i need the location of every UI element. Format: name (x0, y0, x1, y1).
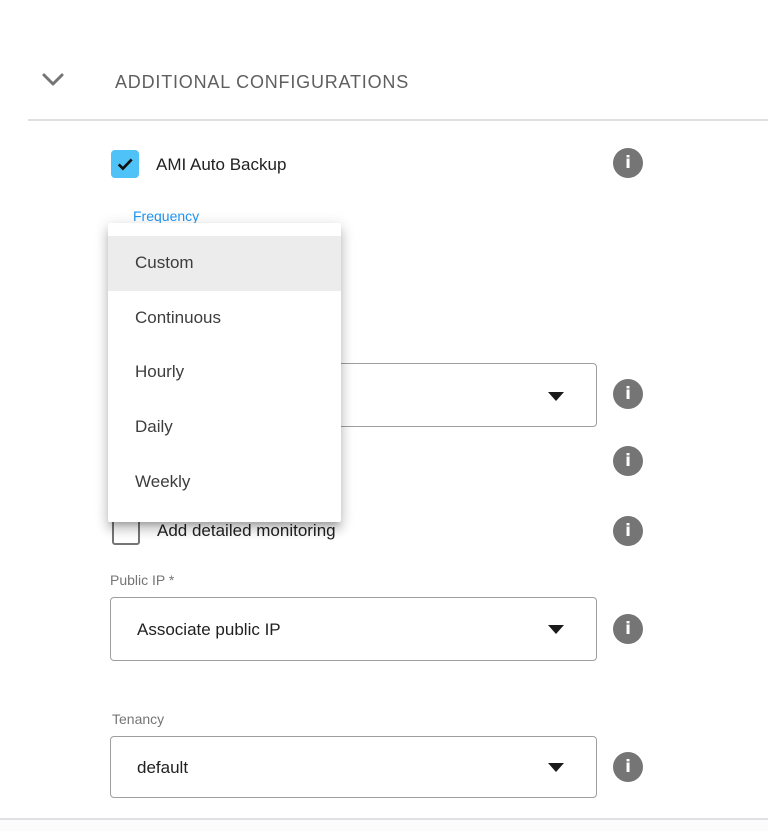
ami-auto-backup-checkbox[interactable] (111, 150, 139, 178)
public-ip-info-icon[interactable]: i (613, 614, 643, 644)
checkmark-icon (115, 154, 135, 174)
frequency-dropdown-menu: Custom Continuous Hourly Daily Weekly (108, 223, 341, 522)
section-title: ADDITIONAL CONFIGURATIONS (115, 71, 409, 93)
dropdown-arrow-icon (548, 763, 564, 772)
menu-item-daily[interactable]: Daily (108, 400, 341, 455)
tenancy-select[interactable]: default (110, 736, 597, 798)
obscured-select-info-icon[interactable]: i (613, 379, 643, 409)
info-glyph: i (625, 153, 631, 173)
hidden-row-info-icon[interactable]: i (613, 446, 643, 476)
ami-auto-backup-info-icon[interactable]: i (613, 148, 643, 178)
public-ip-field-label: Public IP * (110, 572, 174, 589)
info-glyph: i (625, 384, 631, 404)
info-glyph: i (625, 451, 631, 471)
public-ip-selected-value: Associate public IP (137, 618, 281, 642)
dropdown-arrow-icon (548, 392, 564, 401)
chevron-down-icon (41, 72, 65, 90)
tenancy-selected-value: default (137, 756, 188, 780)
detailed-monitoring-info-icon[interactable]: i (613, 516, 643, 546)
menu-item-continuous[interactable]: Continuous (108, 291, 341, 346)
tenancy-field-label: Tenancy (112, 711, 164, 728)
info-glyph: i (625, 757, 631, 777)
dropdown-arrow-icon (548, 625, 564, 634)
section-collapse-chevron-icon[interactable] (41, 72, 65, 90)
ami-auto-backup-label[interactable]: AMI Auto Backup (156, 155, 286, 175)
menu-item-custom[interactable]: Custom (108, 236, 341, 291)
tenancy-info-icon[interactable]: i (613, 752, 643, 782)
menu-item-weekly[interactable]: Weekly (108, 454, 341, 509)
detailed-monitoring-label[interactable]: Add detailed monitoring (157, 521, 336, 541)
section-divider (28, 119, 768, 121)
info-glyph: i (625, 619, 631, 639)
public-ip-select[interactable]: Associate public IP (110, 597, 597, 661)
footer-strip (0, 820, 768, 831)
info-glyph: i (625, 521, 631, 541)
menu-item-hourly[interactable]: Hourly (108, 345, 341, 400)
